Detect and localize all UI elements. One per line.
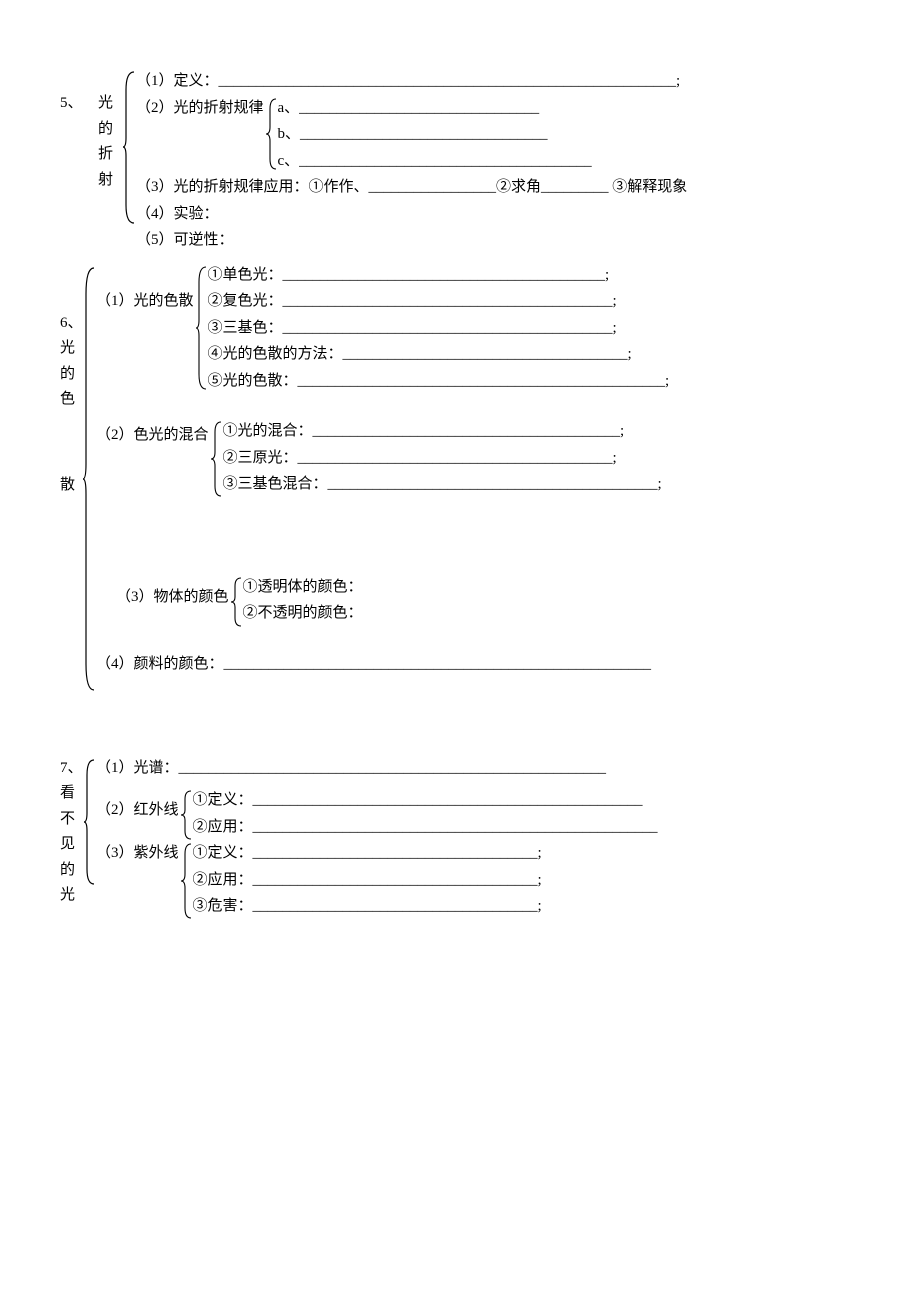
sub-7-3-content: ①定义：____________________________________… [193, 842, 860, 922]
section-7-vtitle: 7、 看 不 见 的 光 [60, 757, 82, 910]
t: 色 [60, 388, 82, 411]
group-label: （3）物体的颜色 [116, 576, 229, 629]
brace-icon [179, 842, 193, 920]
group-label: （1）光的色散 [96, 264, 194, 397]
sub-6-3-content: ①透明体的颜色： ②不透明的颜色： [243, 576, 860, 629]
brace-icon [229, 576, 243, 628]
item: ②三原光：___________________________________… [223, 447, 617, 470]
num: 5、 [60, 92, 98, 115]
group-label: （2）红外线 [96, 789, 179, 842]
sub-7-2: （2）红外线 ①定义：_____________________________… [96, 789, 860, 842]
item: （4）颜料的颜色：_______________________________… [96, 653, 651, 676]
brace-icon [82, 264, 96, 694]
t: 散 [60, 474, 82, 497]
item: ③三基色混合：_________________________________… [223, 473, 662, 496]
item: ①定义：____________________________________… [193, 842, 542, 865]
section-7-content: （1）光谱：__________________________________… [96, 757, 860, 922]
brace-icon [82, 757, 96, 887]
sub-7-2-content: ①定义：____________________________________… [193, 789, 860, 842]
item: ①透明体的颜色： [243, 576, 363, 599]
brace-icon [179, 789, 193, 841]
item: ①定义：____________________________________… [193, 789, 643, 812]
item: ③三基色：___________________________________… [208, 317, 617, 340]
item: （2）光的折射规律 [136, 97, 264, 177]
item: （4）实验： [136, 203, 219, 226]
t: 光 [60, 337, 82, 360]
t: 的 [98, 118, 122, 141]
section-5-label: 5、 [60, 70, 98, 118]
t: 光 [60, 884, 82, 907]
sub-7-3: （3）紫外线 ①定义：_____________________________… [96, 842, 860, 922]
item: （1）定义：__________________________________… [136, 70, 680, 93]
section-7: 7、 看 不 见 的 光 （1）光谱：_____________________… [60, 757, 860, 922]
sub-6-2: （2）色光的混合 ①光的混合：_________________________… [96, 420, 860, 500]
item: ④光的色散的方法：_______________________________… [208, 343, 632, 366]
item: ③危害：____________________________________… [193, 895, 542, 918]
sub-5-2-content: a、________________________________ b、___… [278, 97, 860, 177]
item: b、_________________________________ [278, 123, 548, 146]
section-5: 5、 光 的 折 射 （1）定义：_______________________… [60, 70, 860, 256]
sub-5-2: （2）光的折射规律 a、____________________________… [136, 97, 860, 177]
sub-6-1-content: ①单色光：___________________________________… [208, 264, 860, 397]
t: 光 [98, 92, 122, 115]
item: ⑤光的色散：__________________________________… [208, 370, 670, 393]
section-6: 6、 光 的 色 散 （1）光的色散 ①单色光：________________… [60, 264, 860, 694]
sub-6-1: （1）光的色散 ①单色光：___________________________… [96, 264, 860, 397]
item: c、______________________________________… [278, 150, 592, 173]
brace-icon [194, 264, 208, 392]
num: 6、 [60, 312, 82, 335]
section-5-content: （1）定义：__________________________________… [136, 70, 860, 256]
item: （1）光谱：__________________________________… [96, 757, 606, 780]
t: 看 [60, 782, 82, 805]
item: ②应用：____________________________________… [193, 816, 658, 839]
section-6-content: （1）光的色散 ①单色光：___________________________… [96, 264, 860, 680]
sub-6-2-content: ①光的混合：__________________________________… [223, 420, 860, 500]
section-6-vtitle: 6、 光 的 色 散 [60, 264, 82, 500]
t: 见 [60, 833, 82, 856]
group-label: （2）色光的混合 [96, 420, 209, 500]
brace-icon [122, 70, 136, 225]
item: （3）光的折射规律应用：①作作、_________________②求角____… [136, 176, 687, 199]
t: 不 [60, 808, 82, 831]
item: ②应用：____________________________________… [193, 869, 542, 892]
item: ②复色光：___________________________________… [208, 290, 617, 313]
sub-6-3: （3）物体的颜色 ①透明体的颜色： ②不透明的颜色： [116, 576, 860, 629]
item: （5）可逆性： [136, 229, 234, 252]
item: a、________________________________ [278, 97, 540, 120]
brace-icon [264, 97, 278, 171]
group-label: （3）紫外线 [96, 842, 179, 922]
t: 折 [98, 143, 122, 166]
t: 的 [60, 859, 82, 882]
item: ①单色光：___________________________________… [208, 264, 610, 287]
t: 的 [60, 363, 82, 386]
brace-icon [209, 420, 223, 498]
item: ②不透明的颜色： [243, 602, 363, 625]
num: 7、 [60, 757, 82, 780]
t: 射 [98, 169, 122, 192]
item: ①光的混合：__________________________________… [223, 420, 625, 443]
section-5-vtitle: 光 的 折 射 [98, 70, 122, 194]
